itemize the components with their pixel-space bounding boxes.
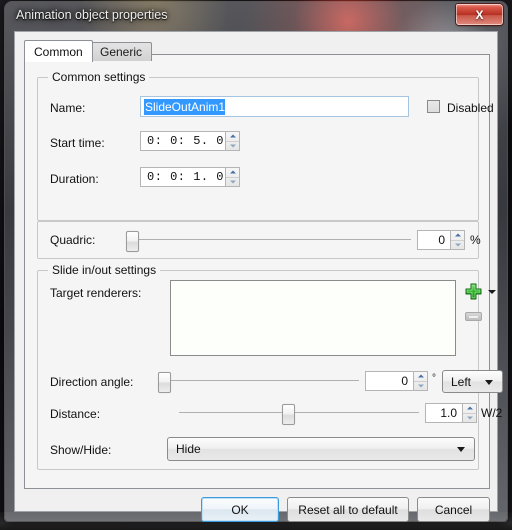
dialog-client-area: Common Generic Common settings Name: Sli… [14, 31, 503, 522]
common-settings-title: Common settings [48, 70, 150, 84]
chevron-down-icon[interactable] [488, 290, 496, 294]
show-hide-label: Show/Hide: [50, 443, 112, 457]
window-titlebar[interactable]: Animation object properties [5, 2, 507, 31]
target-renderers-list[interactable] [170, 280, 456, 356]
cancel-button[interactable]: Cancel [417, 497, 490, 522]
distance-spin-up[interactable] [463, 404, 476, 414]
name-input-value: SlideOutAnim1 [144, 98, 226, 115]
tab-generic[interactable]: Generic [90, 42, 153, 61]
reset-button-label: Reset all to default [298, 502, 398, 517]
slide-settings-title: Slide in/out settings [48, 263, 161, 277]
show-hide-combo[interactable]: Hide [167, 437, 475, 461]
distance-slider[interactable] [179, 403, 419, 425]
quadric-suffix: % [470, 233, 481, 247]
quadric-spin-up[interactable] [451, 231, 464, 241]
start-time-spin-up[interactable] [226, 132, 239, 142]
start-time-label: Start time: [50, 136, 105, 150]
distance-spin-buttons [462, 403, 477, 423]
quadric-spin-buttons [450, 230, 465, 250]
minus-icon [465, 312, 482, 321]
show-hide-value: Hide [176, 442, 201, 456]
start-time-spin-down[interactable] [226, 142, 239, 151]
duration-value[interactable]: 0: 0: 1. 0 [140, 167, 225, 187]
distance-spinner[interactable]: 1.0 [425, 403, 477, 423]
distance-label: Distance: [50, 407, 101, 421]
duration-spinner[interactable]: 0: 0: 1. 0 [140, 167, 240, 187]
start-time-value[interactable]: 0: 0: 5. 0 [140, 131, 225, 151]
slide-settings-group: Slide in/out settings Target renderers: [37, 263, 503, 470]
tab-common-label: Common [34, 45, 83, 59]
start-time-spin-buttons [225, 131, 240, 151]
ok-button-label: OK [231, 502, 249, 517]
direction-angle-label: Direction angle: [50, 375, 134, 389]
direction-angle-suffix: ° [432, 373, 436, 384]
direction-angle-slider-track [163, 380, 359, 381]
start-time-spinner[interactable]: 0: 0: 5. 0 [140, 131, 240, 151]
chevron-down-icon [485, 379, 493, 385]
direction-angle-slider-handle[interactable] [158, 372, 171, 393]
duration-spin-buttons [225, 167, 240, 187]
disabled-checkbox-label: Disabled [447, 101, 494, 115]
cancel-button-label: Cancel [434, 502, 473, 517]
duration-spin-up[interactable] [226, 168, 239, 178]
distance-slider-track [179, 412, 419, 413]
disabled-checkbox[interactable] [427, 100, 440, 113]
quadric-value[interactable]: 0 [417, 230, 450, 250]
direction-angle-spinner[interactable]: 0 [365, 371, 428, 391]
tab-common[interactable]: Common [24, 40, 93, 62]
duration-label: Duration: [50, 172, 99, 186]
direction-preset-value: Left [451, 374, 472, 389]
animation-properties-window: Animation object properties X Common Gen… [5, 2, 507, 522]
ok-button[interactable]: OK [201, 497, 279, 522]
tab-generic-label: Generic [100, 45, 143, 59]
quadric-group: Quadric: 0 % [37, 221, 481, 259]
quadric-slider-track [131, 239, 411, 240]
quadric-spinner[interactable]: 0 [417, 230, 465, 250]
quadric-slider[interactable] [126, 230, 411, 252]
close-button[interactable]: X [456, 4, 503, 25]
name-input[interactable]: SlideOutAnim1 [140, 96, 409, 117]
window-title: Animation object properties [16, 8, 168, 22]
direction-angle-spin-down[interactable] [414, 382, 427, 391]
target-renderers-label: Target renderers: [50, 286, 142, 300]
duration-spin-down[interactable] [226, 178, 239, 187]
distance-spin-down[interactable] [463, 414, 476, 423]
reset-all-to-default-button[interactable]: Reset all to default [287, 497, 409, 522]
distance-suffix: W/2 [481, 406, 503, 420]
direction-angle-slider[interactable] [158, 371, 359, 393]
direction-preset-combo[interactable]: Left [442, 370, 503, 393]
quadric-label: Quadric: [50, 233, 96, 247]
plus-icon[interactable] [465, 283, 482, 300]
distance-value[interactable]: 1.0 [425, 403, 462, 423]
direction-angle-spin-up[interactable] [414, 372, 427, 382]
tab-page-common: Common settings Name: SlideOutAnim1 Disa… [24, 54, 503, 489]
quadric-spin-down[interactable] [451, 241, 464, 250]
distance-slider-handle[interactable] [282, 404, 295, 425]
name-label: Name: [50, 101, 86, 115]
direction-angle-spin-buttons [413, 371, 428, 391]
quadric-slider-handle[interactable] [126, 231, 139, 252]
close-icon: X [475, 7, 484, 22]
common-settings-group: Common settings Name: SlideOutAnim1 Disa… [37, 70, 494, 221]
direction-angle-value[interactable]: 0 [365, 371, 413, 391]
chevron-down-icon [457, 447, 465, 452]
